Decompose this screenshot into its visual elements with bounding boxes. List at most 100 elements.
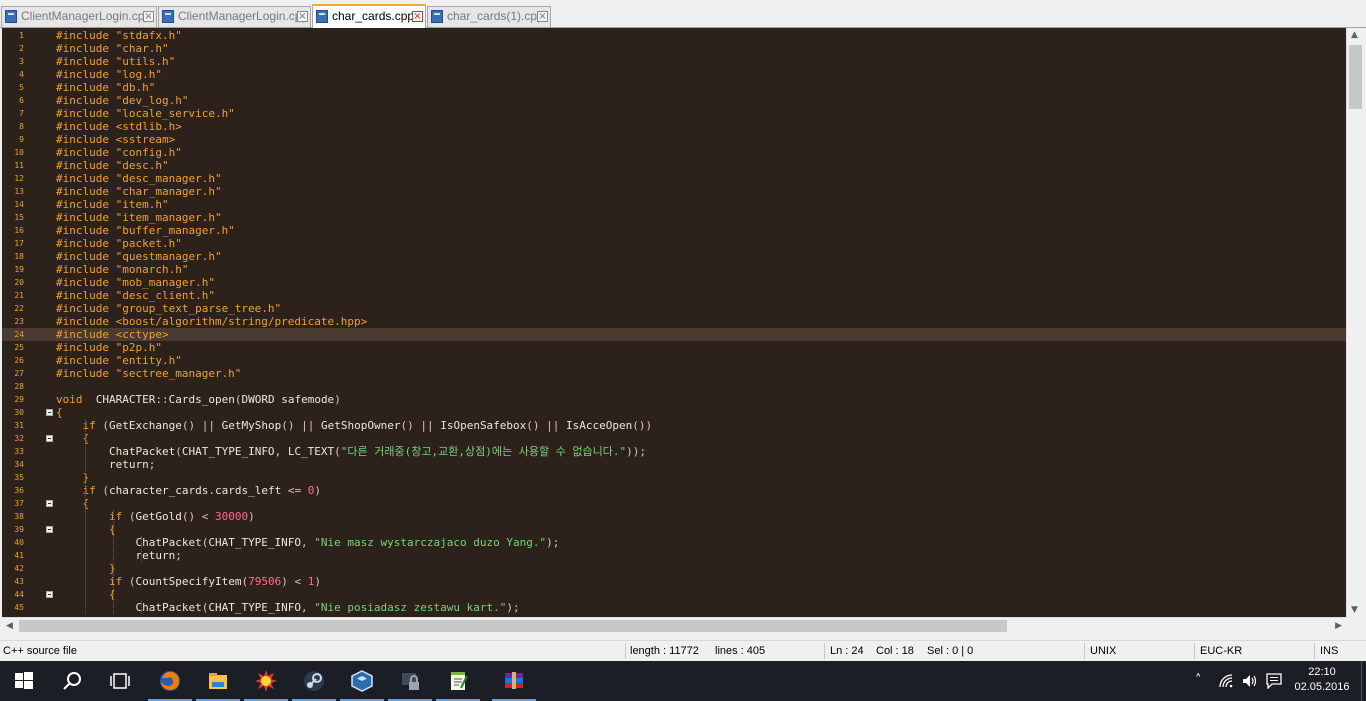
code-line[interactable]: 23 #include <boost/algorithm/string/predi… (2, 315, 1346, 328)
taskbar-virtualbox[interactable] (338, 661, 386, 701)
code-editor[interactable]: 1 #include "stdafx.h" 2 #include "char.h" 3 #… (2, 28, 1346, 617)
line-number: 38 (14, 512, 24, 521)
indent-guide (141, 601, 142, 614)
fold-toggle-icon[interactable] (46, 435, 53, 442)
taskbar-sun-app[interactable] (242, 661, 290, 701)
code-line[interactable]: 20 #include "mob_manager.h" (2, 276, 1346, 289)
close-tab-icon[interactable]: × (537, 11, 548, 22)
code-line[interactable]: 29 void CHARACTER::Cards_open(DWORD safem… (2, 393, 1346, 406)
code-line[interactable]: 34 return; (2, 458, 1346, 471)
code-line[interactable]: 9 #include <sstream> (2, 133, 1346, 146)
fold-toggle-icon[interactable] (46, 526, 53, 533)
show-desktop-button[interactable] (1361, 661, 1366, 701)
taskbar-winrar[interactable] (490, 661, 538, 701)
code-line[interactable]: 11 #include "desc.h" (2, 159, 1346, 172)
code-line[interactable]: 15 #include "item_manager.h" (2, 211, 1346, 224)
code-line[interactable]: 1 #include "stdafx.h" (2, 29, 1346, 42)
code-line[interactable]: 44 { (2, 588, 1346, 601)
code-line[interactable]: 39 { (2, 523, 1346, 536)
fold-toggle-icon[interactable] (46, 409, 53, 416)
code-line[interactable]: 3 #include "utils.h" (2, 55, 1346, 68)
code-line[interactable]: 4 #include "log.h" (2, 68, 1346, 81)
scroll-up-icon[interactable]: ▲ (1351, 30, 1358, 40)
code-line[interactable]: 2 #include "char.h" (2, 42, 1346, 55)
code-line[interactable]: 43 if (CountSpecifyItem(79506) < 1) (2, 575, 1346, 588)
taskbar-notepadpp[interactable] (434, 661, 482, 701)
code-line[interactable]: 32 { (2, 432, 1346, 445)
code-line[interactable]: 21 #include "desc_client.h" (2, 289, 1346, 302)
close-tab-icon[interactable]: × (412, 11, 423, 22)
code-line[interactable]: 13 #include "char_manager.h" (2, 185, 1346, 198)
taskbar-firefox[interactable] (146, 661, 194, 701)
code-line[interactable]: 16 #include "buffer_manager.h" (2, 224, 1346, 237)
taskbar-clock[interactable]: 22:10 02.05.2016 (1289, 665, 1355, 695)
code-token: ChatPacket (56, 445, 176, 458)
code-line[interactable]: 12 #include "desc_manager.h" (2, 172, 1346, 185)
chevron-up-icon[interactable]: ˄ (1195, 673, 1202, 688)
line-number: 8 (19, 122, 24, 131)
status-insert-mode: INS (1320, 645, 1339, 657)
code-line[interactable]: 10 #include "config.h" (2, 146, 1346, 159)
vertical-scrollbar[interactable]: ▲ ▼ (1346, 28, 1364, 617)
code-line[interactable]: 42 } (2, 562, 1346, 575)
code-line[interactable]: 7 #include "locale_service.h" (2, 107, 1346, 120)
code-token: ) (314, 575, 321, 588)
search-button[interactable] (48, 661, 96, 701)
code-line[interactable]: 31 if (GetExchange() || GetMyShop() || G… (2, 419, 1346, 432)
code-line[interactable]: 6 #include "dev_log.h" (2, 94, 1346, 107)
taskbar-steam[interactable] (290, 661, 338, 701)
close-tab-icon[interactable]: × (143, 11, 154, 22)
horizontal-scrollbar[interactable]: ◀ ▶ (2, 617, 1346, 634)
code-line[interactable]: 45 ChatPacket(CHAT_TYPE_INFO, "Nie posia… (2, 601, 1346, 614)
scroll-right-icon[interactable]: ▶ (1335, 621, 1342, 631)
fold-toggle-icon[interactable] (46, 591, 53, 598)
horizontal-scroll-thumb[interactable] (19, 620, 1007, 632)
code-text: #include "locale_service.h" (56, 107, 235, 120)
tab-4[interactable]: char_cards(1).cpp × (427, 6, 551, 27)
code-line[interactable]: 17 #include "packet.h" (2, 237, 1346, 250)
code-line[interactable]: 30 { (2, 406, 1346, 419)
vertical-scroll-thumb[interactable] (1349, 45, 1362, 109)
taskbar-file-explorer[interactable] (194, 661, 242, 701)
code-line[interactable]: 8 #include <stdlib.h> (2, 120, 1346, 133)
code-line[interactable]: 26 #include "entity.h" (2, 354, 1346, 367)
tab-1[interactable]: ClientManagerLogin.cpp × (1, 6, 157, 27)
start-button[interactable] (0, 661, 48, 701)
code-line[interactable]: 22 #include "group_text_parse_tree.h" (2, 302, 1346, 315)
task-view-button[interactable] (96, 661, 144, 701)
code-line[interactable]: 28 (2, 380, 1346, 393)
code-text: #include "packet.h" (56, 237, 182, 250)
code-line[interactable]: 35 } (2, 471, 1346, 484)
code-line[interactable]: 27 #include "sectree_manager.h" (2, 367, 1346, 380)
action-center-icon[interactable] (1266, 673, 1282, 689)
code-token: CHAT_TYPE_INFO (181, 445, 275, 458)
close-tab-icon[interactable]: × (297, 11, 308, 22)
fold-toggle-icon[interactable] (46, 500, 53, 507)
scroll-down-icon[interactable]: ▼ (1351, 605, 1358, 615)
taskbar: ˄ 22:10 02.05.2016 (0, 661, 1366, 701)
code-token: #include "desc.h" (56, 159, 169, 172)
code-line[interactable]: 37 { (2, 497, 1346, 510)
code-line[interactable]: 14 #include "item.h" (2, 198, 1346, 211)
code-line[interactable]: 25 #include "p2p.h" (2, 341, 1346, 354)
tab-3[interactable]: char_cards.cpp × (312, 4, 426, 28)
tab-2[interactable]: ClientManagerLogin.cpp × (158, 6, 311, 27)
code-line[interactable]: 33 ChatPacket(CHAT_TYPE_INFO, LC_TEXT("다… (2, 445, 1346, 458)
code-token: GetMyShop (221, 419, 282, 432)
current-line-highlight[interactable]: 24 #include <cctype> (2, 328, 1346, 341)
code-line[interactable]: 36 if (character_cards.cards_left <= 0) (2, 484, 1346, 497)
taskbar-lock-app[interactable] (386, 661, 434, 701)
code-line[interactable]: 19 #include "monarch.h" (2, 263, 1346, 276)
line-number: 21 (14, 291, 24, 300)
volume-icon[interactable] (1242, 674, 1258, 688)
code-line[interactable]: 38 if (GetGold() < 30000) (2, 510, 1346, 523)
code-token: IsAcceOpen (566, 419, 633, 432)
code-line[interactable]: 5 #include "db.h" (2, 81, 1346, 94)
code-text: if (GetExchange() || GetMyShop() || GetS… (56, 419, 653, 432)
code-line[interactable]: 18 #include "questmanager.h" (2, 250, 1346, 263)
code-token: "Nie masz wystarczajaco duzo Yang." (314, 536, 547, 549)
scroll-left-icon[interactable]: ◀ (6, 621, 13, 631)
wifi-icon[interactable] (1219, 674, 1235, 688)
code-line[interactable]: 41 return; (2, 549, 1346, 562)
code-line[interactable]: 40 ChatPacket(CHAT_TYPE_INFO, "Nie masz … (2, 536, 1346, 549)
